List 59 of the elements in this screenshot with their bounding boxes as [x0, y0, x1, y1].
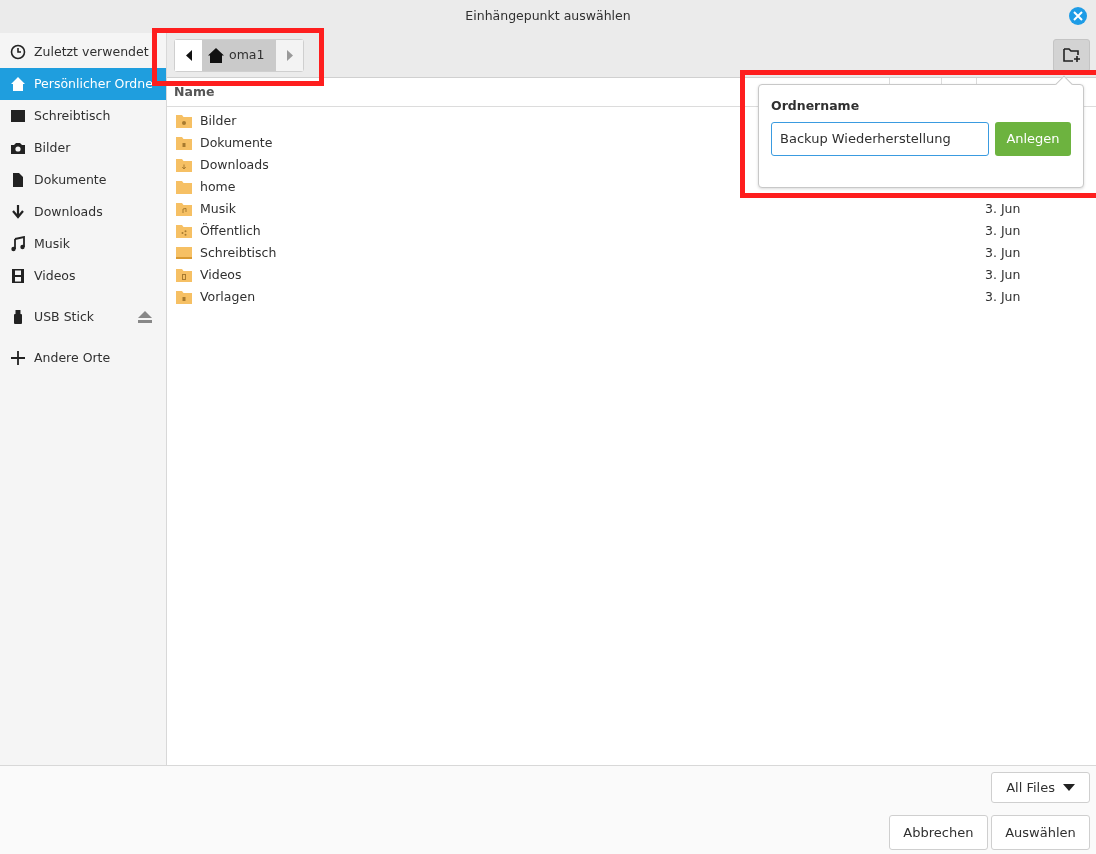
dialog-button[interactable]: Abbrechen [888, 815, 988, 850]
sidebar-item[interactable]: Downloads [0, 196, 166, 228]
folder-name-field[interactable]: Backup Wiederherstellung [771, 121, 989, 156]
modified-date: 3. Jun [985, 287, 1021, 306]
sidebar-item[interactable]: Bilder [0, 132, 166, 164]
folder-icon [176, 114, 192, 128]
caret-icon [1063, 784, 1075, 791]
music-note-icon [10, 236, 26, 252]
right-arrow-icon [286, 49, 293, 61]
folder-plus-icon [1062, 47, 1081, 63]
window-title: Einhängepunkt auswählen [465, 7, 631, 26]
column-header[interactable]: Name [174, 82, 215, 102]
file-name: Öffentlich [200, 221, 261, 240]
folder-icon [176, 224, 192, 238]
document-icon [10, 172, 26, 188]
sidebar-item[interactable]: Andere Orte [0, 342, 166, 374]
file-name: home [200, 177, 236, 196]
sidebar-item[interactable]: Zuletzt verwendet [0, 36, 166, 68]
film-icon [10, 268, 26, 284]
file-name: Musik [200, 199, 236, 218]
sidebar-item[interactable]: USB Stick [0, 301, 166, 333]
modified-date: 3. Jun [985, 221, 1021, 240]
sidebar-item[interactable]: Schreibtisch [0, 100, 166, 132]
path-segment[interactable]: oma1 [202, 39, 277, 71]
home-icon [10, 76, 26, 92]
eject-button[interactable] [138, 311, 152, 323]
sidebar-item[interactable]: Musik [0, 228, 166, 260]
dialog-button[interactable]: Auswählen [991, 815, 1090, 850]
file-name: Downloads [200, 155, 269, 174]
new-folder-button[interactable] [1053, 38, 1090, 72]
monitor-icon [10, 108, 26, 124]
file-type-dropdown[interactable]: All Files [991, 772, 1090, 803]
file-name: Schreibtisch [200, 243, 277, 262]
folder-icon [176, 136, 192, 150]
modified-date: 3. Jun [985, 243, 1021, 262]
folder-icon [176, 268, 192, 282]
field-label: Ordnername [771, 97, 860, 115]
download-icon [10, 204, 26, 220]
sidebar-item[interactable]: Videos [0, 260, 166, 292]
file-name: Bilder [200, 111, 237, 130]
folder-icon [176, 158, 192, 172]
folder-icon [176, 246, 192, 260]
left-arrow-icon [185, 49, 192, 61]
camera-icon [10, 140, 26, 156]
home-icon [208, 47, 224, 63]
file-name: Vorlagen [200, 287, 256, 306]
folder-icon [176, 290, 192, 304]
modified-date: 3. Jun [985, 265, 1021, 284]
clock-icon [10, 44, 26, 60]
sidebar-item[interactable]: Dokumente [0, 164, 166, 196]
folder-icon [176, 180, 192, 194]
back-button[interactable] [175, 39, 202, 71]
plus-icon [10, 350, 26, 366]
file-name: Videos [200, 265, 242, 284]
close-button[interactable] [1069, 7, 1087, 25]
close-icon [1073, 11, 1083, 21]
folder-icon [176, 202, 192, 216]
modified-date: 3. Jun [985, 199, 1021, 218]
file-name: Dokumente [200, 133, 273, 152]
